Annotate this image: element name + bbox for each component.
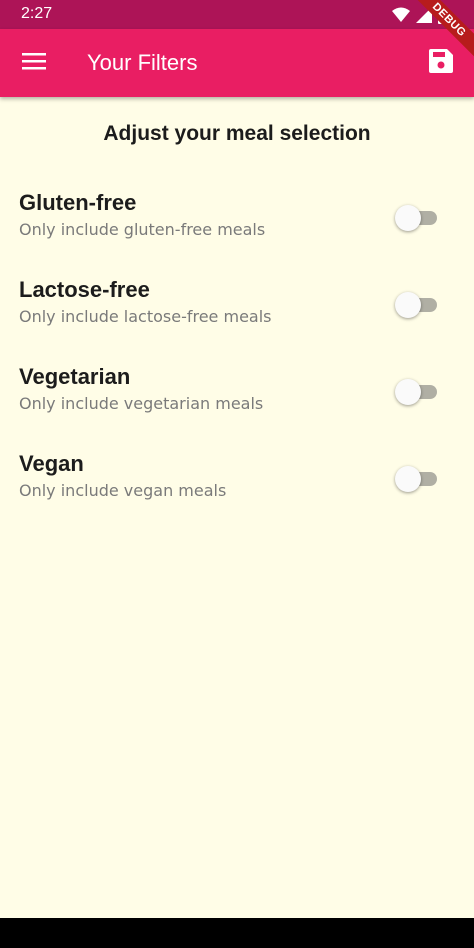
toggle-thumb [395,292,421,318]
status-time: 2:27 [21,5,53,22]
filter-list: Gluten-free Only include gluten-free mea… [0,173,474,521]
system-navigation-bar [0,918,474,948]
filter-title: Vegan [19,451,84,476]
wifi-icon [392,7,410,23]
filter-subtitle: Only include vegan meals [19,481,227,500]
gluten-free-toggle[interactable] [395,205,441,231]
filter-title: Lactose-free [19,277,150,302]
filter-subtitle: Only include gluten-free meals [19,220,266,239]
app-bar: Your Filters [0,29,474,97]
menu-button[interactable] [14,43,54,83]
filter-subtitle: Only include lactose-free meals [19,307,272,326]
save-button[interactable] [421,43,461,83]
filter-row-vegan[interactable]: Vegan Only include vegan meals [0,434,474,521]
toggle-thumb [395,379,421,405]
status-bar: 2:27 [0,0,474,29]
toggle-thumb [395,205,421,231]
vegetarian-toggle[interactable] [395,379,441,405]
filter-subtitle: Only include vegetarian meals [19,394,264,413]
filter-title: Vegetarian [19,364,131,389]
page-heading: Adjust your meal selection [103,122,371,145]
menu-icon [22,52,46,75]
filter-title: Gluten-free [19,190,137,215]
vegan-toggle[interactable] [395,466,441,492]
filter-row-vegetarian[interactable]: Vegetarian Only include vegetarian meals [0,347,474,434]
toggle-thumb [395,466,421,492]
filter-row-lactose-free[interactable]: Lactose-free Only include lactose-free m… [0,260,474,347]
app-title: Your Filters [87,50,198,75]
save-icon [429,48,453,78]
lactose-free-toggle[interactable] [395,292,441,318]
filter-row-gluten-free[interactable]: Gluten-free Only include gluten-free mea… [0,173,474,260]
